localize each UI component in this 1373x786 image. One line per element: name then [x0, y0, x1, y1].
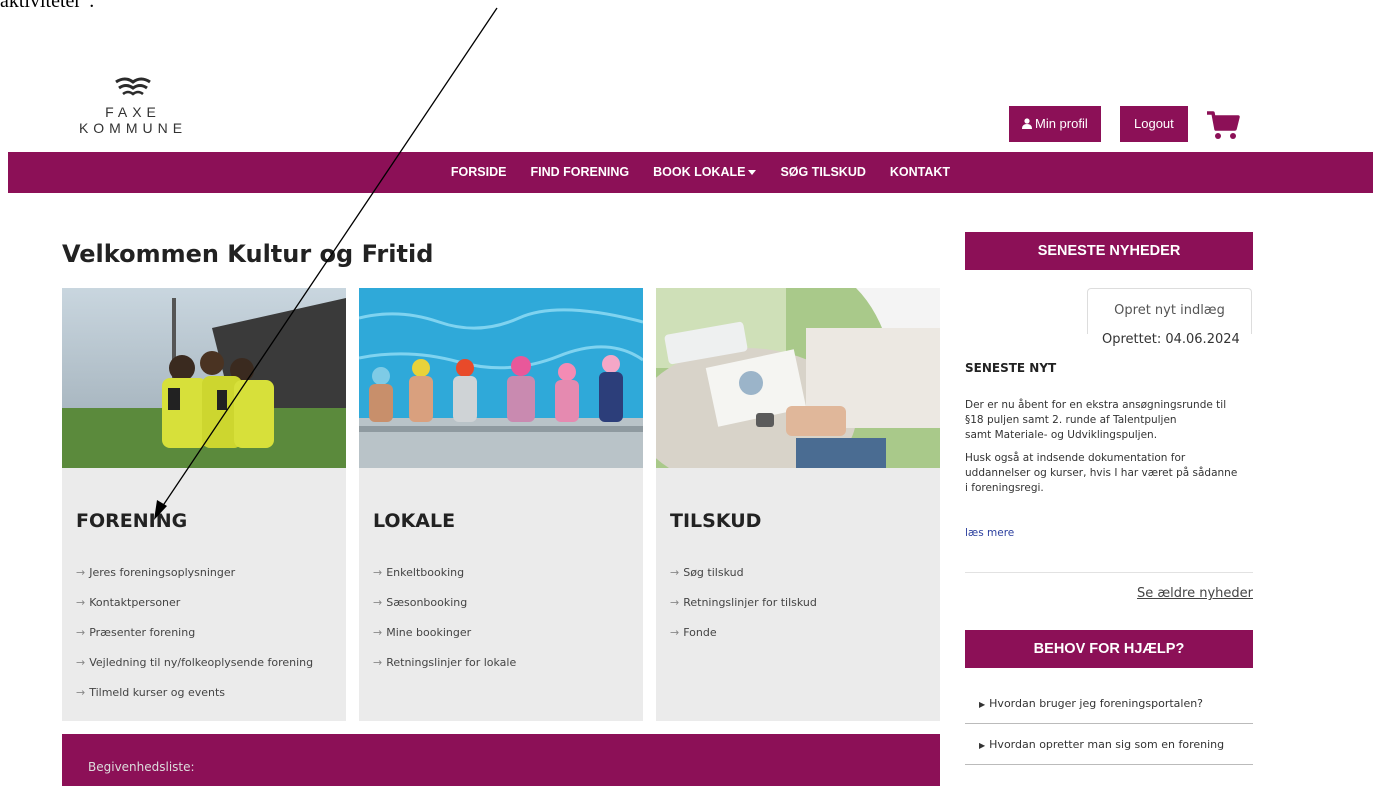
- link-label: Enkeltbooking: [386, 566, 465, 579]
- logout-button[interactable]: Logout: [1120, 106, 1188, 142]
- link-label: Fonde: [683, 626, 717, 639]
- link-saesonbooking[interactable]: → Sæsonbooking: [373, 596, 516, 626]
- news-line: Husk også at indsende dokumentation for: [965, 452, 1186, 464]
- news-line: Der er nu åbent for en ekstra ansøgnings…: [965, 399, 1227, 411]
- news-paragraph-1: Der er nu åbent for en ekstra ansøgnings…: [965, 398, 1255, 443]
- triangle-right-icon: ▶: [979, 700, 986, 709]
- triangle-right-icon: ▶: [979, 741, 986, 750]
- arrow-right-icon: →: [76, 566, 86, 579]
- min-profil-button[interactable]: Min profil: [1009, 106, 1101, 142]
- faxe-kommune-logo[interactable]: FAXE KOMMUNE: [58, 76, 208, 136]
- link-label: Retningslinjer for tilskud: [683, 596, 817, 609]
- link-tilmeld-kurser[interactable]: → Tilmeld kurser og events: [76, 686, 313, 716]
- link-kontaktpersoner[interactable]: → Kontaktpersoner: [76, 596, 313, 626]
- nav-find-forening[interactable]: FIND FORENING: [530, 152, 629, 193]
- nav-forside[interactable]: FORSIDE: [451, 152, 507, 193]
- arrow-right-icon: →: [670, 566, 680, 579]
- link-label: Præsenter forening: [89, 626, 196, 639]
- logo-line-1: FAXE: [105, 104, 161, 120]
- shopping-cart-icon[interactable]: [1206, 110, 1240, 140]
- link-label: Tilmeld kurser og events: [89, 686, 226, 699]
- news-header: SENESTE NYHEDER: [965, 232, 1253, 270]
- created-date: Oprettet: 04.06.2024: [1102, 332, 1240, 347]
- user-icon: [1022, 118, 1032, 129]
- link-label: Kontaktpersoner: [89, 596, 181, 609]
- swimming-pool-image: [359, 288, 643, 468]
- main-navigation: FORSIDE FIND FORENING BOOK LOKALE SØG TI…: [8, 152, 1373, 193]
- card-tilskud: TILSKUD → Søg tilskud → Retningslinjer for…: [656, 288, 940, 721]
- arrow-right-icon: →: [76, 686, 86, 699]
- event-list-bar: Begivenhedsliste:: [62, 734, 940, 786]
- faq-label: Hvordan bruger jeg foreningsportalen?: [989, 697, 1204, 710]
- nav-book-lokale[interactable]: BOOK LOKALE: [653, 152, 757, 193]
- link-praesenter-forening[interactable]: → Præsenter forening: [76, 626, 313, 656]
- calculator-image: [656, 288, 940, 468]
- news-line: §18 puljen samt 2. runde af Talentpuljen: [965, 414, 1177, 426]
- news-line: i foreningsregi.: [965, 482, 1044, 494]
- link-fonde[interactable]: → Fonde: [670, 626, 817, 656]
- football-team-image: [62, 288, 346, 468]
- help-header: BEHOV FOR HJÆLP?: [965, 630, 1253, 668]
- news-line: samt Materiale- og Udviklingspuljen.: [965, 429, 1158, 441]
- faq-item-2[interactable]: ▶ Hvordan opretter man sig som en forenin…: [965, 725, 1253, 765]
- faq-item-1[interactable]: ▶ Hvordan bruger jeg foreningsportalen?: [965, 684, 1253, 724]
- arrow-right-icon: →: [76, 656, 86, 669]
- nav-kontakt[interactable]: KONTAKT: [890, 152, 950, 193]
- arrow-right-icon: →: [670, 596, 680, 609]
- caret-down-icon: [748, 170, 757, 176]
- link-retningslinjer-lokale[interactable]: → Retningslinjer for lokale: [373, 656, 516, 686]
- arrow-right-icon: →: [76, 626, 86, 639]
- news-paragraph-2: Husk også at indsende dokumentation for …: [965, 451, 1255, 496]
- card-tilskud-title: TILSKUD: [670, 510, 762, 532]
- link-label: Jeres foreningsoplysninger: [89, 566, 236, 579]
- link-label: Vejledning til ny/folkeoplysende forenin…: [89, 656, 314, 669]
- news-line: uddannelser og kurser, hvis I har været …: [965, 467, 1238, 479]
- logout-label: Logout: [1134, 116, 1174, 131]
- nav-soeg-tilskud[interactable]: SØG TILSKUD: [780, 152, 865, 193]
- link-label: Retningslinjer for lokale: [386, 656, 517, 669]
- event-list-label: Begivenhedsliste:: [88, 760, 195, 774]
- link-retningslinjer-tilskud[interactable]: → Retningslinjer for tilskud: [670, 596, 817, 626]
- waves-logo-icon: [115, 77, 151, 96]
- news-body: Der er nu åbent for en ekstra ansøgnings…: [965, 398, 1255, 504]
- card-lokale: LOKALE → Enkeltbooking → Sæsonbooking → Min…: [359, 288, 643, 721]
- card-forening-title: FORENING: [76, 510, 188, 532]
- card-lokale-title: LOKALE: [373, 510, 456, 532]
- overlay-note-text: aktiviteter".: [0, 0, 95, 12]
- arrow-right-icon: →: [76, 596, 86, 609]
- link-label: Mine bookinger: [386, 626, 472, 639]
- link-label: Søg tilskud: [683, 566, 744, 579]
- news-title: SENESTE NYT: [965, 361, 1057, 375]
- link-enkeltbooking[interactable]: → Enkeltbooking: [373, 566, 516, 596]
- arrow-right-icon: →: [373, 566, 383, 579]
- older-news-link[interactable]: Se ældre nyheder: [1137, 586, 1253, 601]
- arrow-right-icon: →: [373, 626, 383, 639]
- read-more-link[interactable]: læs mere: [965, 527, 1014, 539]
- arrow-right-icon: →: [373, 656, 383, 669]
- logo-line-2: KOMMUNE: [78, 120, 188, 136]
- divider: [965, 572, 1253, 573]
- arrow-right-icon: →: [373, 596, 383, 609]
- link-vejledning[interactable]: → Vejledning til ny/folkeoplysende foreni…: [76, 656, 313, 686]
- faq-label: Hvordan opretter man sig som en forening: [989, 738, 1225, 751]
- page-title: Velkommen Kultur og Fritid: [62, 240, 434, 268]
- link-mine-bookinger[interactable]: → Mine bookinger: [373, 626, 516, 656]
- link-label: Sæsonbooking: [386, 596, 468, 609]
- link-jeres-foreningsoplysninger[interactable]: → Jeres foreningsoplysninger: [76, 566, 313, 596]
- arrow-right-icon: →: [670, 626, 680, 639]
- nav-book-lokale-label: BOOK LOKALE: [653, 165, 746, 179]
- min-profil-label: Min profil: [1035, 116, 1088, 131]
- new-post-tab[interactable]: Opret nyt indlæg: [1087, 288, 1252, 334]
- card-forening: FORENING → Jeres foreningsoplysninger → Ko…: [62, 288, 346, 721]
- link-soeg-tilskud[interactable]: → Søg tilskud: [670, 566, 817, 596]
